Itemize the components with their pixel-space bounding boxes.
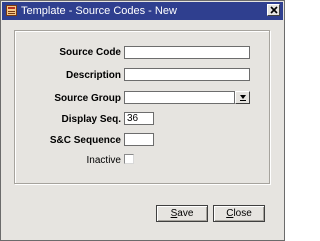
sc-sequence-label: S&C Sequence: [49, 135, 121, 146]
description-input[interactable]: [124, 68, 250, 81]
description-label: Description: [65, 70, 121, 81]
close-button[interactable]: Close: [213, 205, 265, 222]
window-title: Template - Source Codes - New: [21, 5, 177, 17]
close-button-label: Close: [226, 208, 252, 219]
title-bar[interactable]: Template - Source Codes - New: [2, 2, 283, 20]
inactive-label: Inactive: [86, 155, 121, 166]
display-seq-label: Display Seq.: [61, 114, 121, 125]
app-icon: [6, 5, 17, 16]
source-group-label: Source Group: [54, 93, 121, 104]
source-group-select[interactable]: [124, 91, 235, 104]
dialog-window: Template - Source Codes - New Source Cod…: [0, 0, 285, 241]
source-code-input[interactable]: [124, 46, 250, 59]
save-button-label: Save: [170, 208, 194, 219]
dropdown-arrow-icon[interactable]: [235, 91, 250, 104]
close-icon[interactable]: [267, 4, 280, 16]
save-button[interactable]: Save: [156, 205, 208, 222]
sc-sequence-input[interactable]: [124, 133, 154, 146]
inactive-checkbox[interactable]: [124, 154, 134, 164]
source-code-label: Source Code: [59, 47, 121, 58]
display-seq-input[interactable]: 36: [124, 112, 154, 125]
